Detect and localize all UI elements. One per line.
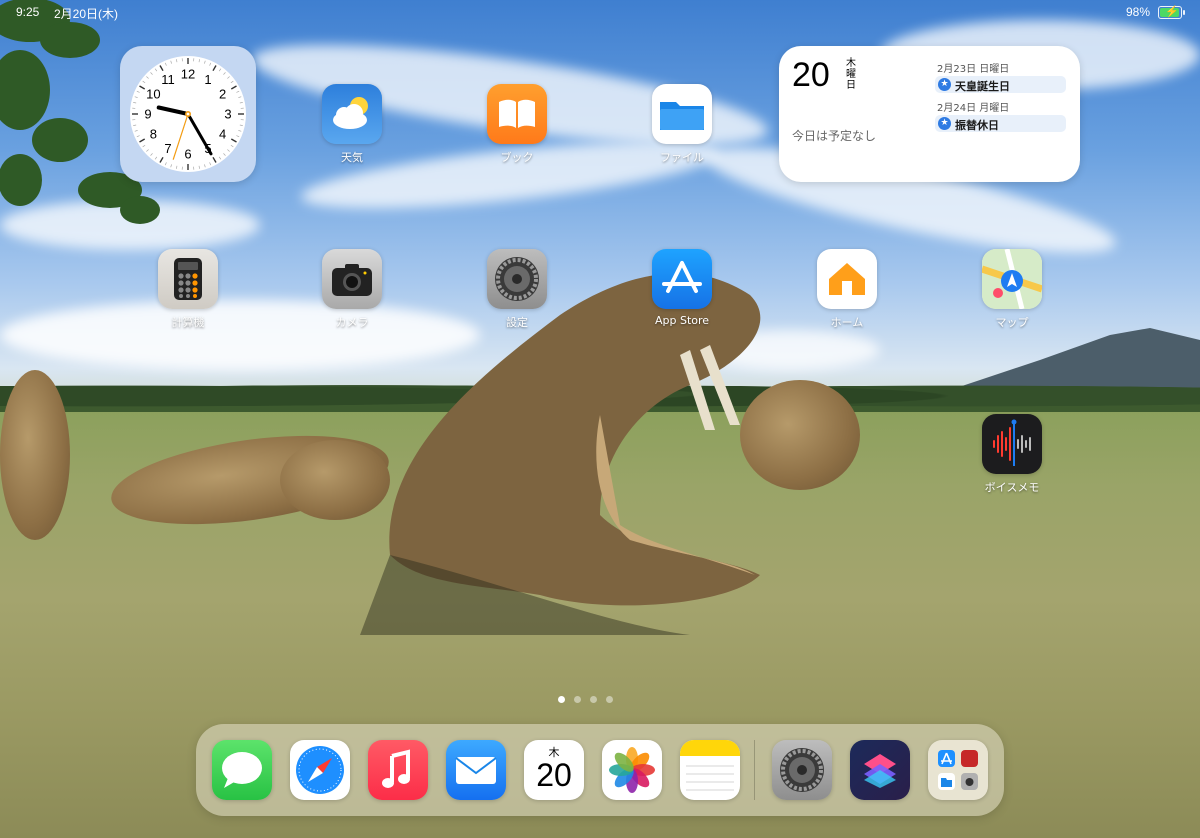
app-label: 計算機 [171, 316, 205, 329]
shortcuts-icon [864, 754, 896, 788]
clock-widget[interactable]: 123456789101112 [120, 46, 256, 182]
app-label: ボイスメモ [984, 481, 1040, 494]
clock-number: 12 [181, 67, 195, 82]
calendar-no-events: 今日は予定なし [792, 129, 877, 143]
calendar-widget[interactable]: 20 木曜日 今日は予定なし 2月23日 日曜日 ★ 天皇誕生日 2月24日 月… [779, 46, 1080, 182]
page-dot [558, 696, 565, 703]
calendar-dock-app[interactable]: 木 20 [524, 740, 584, 800]
calendar-day: 20 [536, 757, 572, 793]
clock-number: 8 [150, 127, 157, 142]
clock-number: 2 [219, 87, 226, 102]
safari-dock-app[interactable] [290, 740, 350, 800]
battery-icon: ⚡ [1158, 6, 1185, 19]
house-icon [817, 249, 877, 309]
folder-icon [652, 84, 712, 144]
status-bar: 9:25 2月20日(木) 98% ⚡ [0, 0, 1200, 24]
app-library-icon [938, 750, 978, 790]
calculator-app[interactable]: 計算機 [143, 249, 233, 330]
status-time: 9:25 [16, 5, 40, 19]
clock-number: 10 [146, 87, 160, 102]
app-label: ブック [500, 151, 534, 164]
book-icon [487, 84, 547, 144]
clock-number: 7 [164, 141, 171, 156]
app-label: ファイル [660, 151, 704, 164]
clock-number: 4 [219, 127, 226, 142]
home-app[interactable]: ホーム [802, 249, 892, 330]
speech-bubble-icon [222, 752, 262, 788]
photos-dock-app[interactable] [602, 740, 662, 800]
notes-dock-app[interactable] [680, 740, 740, 800]
clock-number: 6 [184, 147, 191, 162]
calendar-event[interactable]: ★ 振替休日 [935, 115, 1066, 132]
event-date: 2月23日 日曜日 [937, 64, 1010, 75]
analog-clock: 123456789101112 [130, 56, 246, 172]
app-store-app[interactable]: App Store [637, 249, 727, 327]
shortcuts-dock-app[interactable] [850, 740, 910, 800]
event-date: 2月24日 月曜日 [937, 103, 1010, 114]
event-title: 天皇誕生日 [955, 80, 1010, 93]
files-app[interactable]: ファイル [637, 84, 727, 165]
battery-percentage: 98% [1125, 5, 1150, 19]
settings-dock-app[interactable] [772, 740, 832, 800]
calendar-weekday: 木曜日 [846, 58, 856, 91]
status-date: 2月20日(木) [54, 7, 119, 21]
envelope-icon [455, 757, 497, 784]
pinwheel-icon [609, 747, 655, 793]
voice-memos-app[interactable]: ボイスメモ [967, 414, 1057, 495]
notepad-icon [680, 740, 740, 791]
camera-app[interactable]: カメラ [307, 249, 397, 330]
app-label: 天気 [341, 151, 363, 164]
app-store-icon [652, 249, 712, 309]
page-dot [606, 696, 613, 703]
page-indicator[interactable] [558, 696, 648, 706]
map-icon [982, 249, 1042, 309]
clock-number: 9 [144, 107, 151, 122]
gear-icon [487, 249, 547, 309]
page-dot [574, 696, 581, 703]
app-label: カメラ [335, 316, 369, 329]
dock-separator [754, 740, 755, 800]
app-library-dock-folder[interactable] [928, 740, 988, 800]
music-note-icon [382, 749, 410, 788]
event-title: 振替休日 [955, 119, 999, 132]
weather-app[interactable]: 天気 [307, 84, 397, 165]
clock-number: 11 [161, 72, 175, 87]
maps-app[interactable]: マップ [967, 249, 1057, 330]
camera-icon [322, 249, 382, 309]
waveform-icon [982, 414, 1042, 474]
messages-dock-app[interactable] [212, 740, 272, 800]
settings-app[interactable]: 設定 [472, 249, 562, 330]
app-label: ホーム [830, 316, 864, 329]
app-label: App Store [654, 314, 710, 327]
compass-icon [296, 746, 344, 794]
app-label: 設定 [506, 316, 528, 329]
books-app[interactable]: ブック [472, 84, 562, 165]
clock-number: 3 [224, 107, 231, 122]
calculator-icon [158, 249, 218, 309]
clock-number: 1 [204, 72, 211, 87]
star-icon: ★ [938, 78, 951, 91]
app-label: マップ [995, 316, 1029, 329]
music-dock-app[interactable] [368, 740, 428, 800]
weather-icon [322, 84, 382, 144]
calendar-day-number: 20 [792, 56, 830, 94]
star-icon: ★ [938, 117, 951, 130]
dock: 木 20 [196, 724, 1004, 816]
page-dot [590, 696, 597, 703]
mail-dock-app[interactable] [446, 740, 506, 800]
gear-icon [780, 748, 824, 792]
calendar-event[interactable]: ★ 天皇誕生日 [935, 76, 1066, 93]
